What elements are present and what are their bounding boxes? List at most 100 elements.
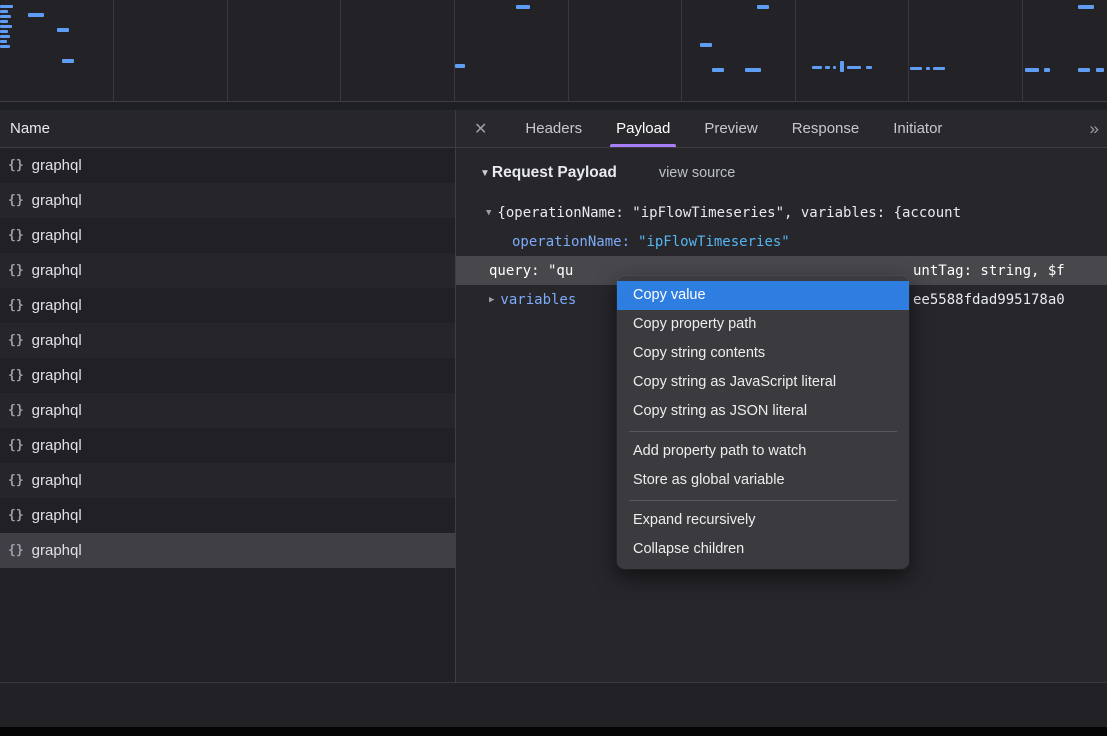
network-main-area: Name {}graphql{}graphql{}graphql{}graphq… xyxy=(0,110,1107,682)
request-timing-bar xyxy=(0,15,11,18)
request-row[interactable]: {} graphql xyxy=(0,463,455,498)
request-timing-bar xyxy=(847,66,861,69)
request-timing-bar xyxy=(866,66,872,69)
tab-initiator[interactable]: Initiator xyxy=(881,110,954,147)
request-timing-bar xyxy=(812,66,822,69)
column-header-name-label: Name xyxy=(10,120,50,137)
request-name: graphql xyxy=(32,472,82,489)
object-preview: {operationName: "ipFlowTimeseries", vari… xyxy=(497,205,961,221)
request-timing-bar xyxy=(1078,5,1094,9)
request-timing-bar xyxy=(933,67,945,70)
request-name: graphql xyxy=(32,227,82,244)
requests-list-panel: Name {}graphql{}graphql{}graphql{}graphq… xyxy=(0,110,456,682)
expand-arrow-icon[interactable]: ▼ xyxy=(486,208,491,218)
request-name: graphql xyxy=(32,262,82,279)
menu-divider xyxy=(629,500,897,501)
request-name: graphql xyxy=(32,507,82,524)
json-braces-icon: {} xyxy=(8,193,24,208)
column-header-name[interactable]: Name xyxy=(0,110,455,148)
request-timing-bar xyxy=(825,66,830,69)
section-collapse-icon[interactable]: ▼ xyxy=(480,168,490,179)
request-timing-bar xyxy=(757,5,769,9)
menu-item-copy-string-as-javascript-literal[interactable]: Copy string as JavaScript literal xyxy=(617,368,909,397)
request-timing-bar xyxy=(0,40,7,43)
json-string-value: "ipFlowTimeseries" xyxy=(638,234,790,250)
payload-line-operationname[interactable]: operationName: "ipFlowTimeseries" xyxy=(456,227,1107,256)
request-timing-bar xyxy=(1078,68,1090,72)
request-timing-bar xyxy=(0,35,10,38)
menu-item-copy-property-path[interactable]: Copy property path xyxy=(617,310,909,339)
close-icon[interactable]: ✕ xyxy=(474,119,487,139)
tab-response[interactable]: Response xyxy=(780,110,872,147)
menu-item-copy-value[interactable]: Copy value xyxy=(617,281,909,310)
collapsed-arrow-icon[interactable]: ▶ xyxy=(489,295,494,305)
request-timing-bar xyxy=(0,25,12,28)
request-timing-bar xyxy=(1096,68,1104,72)
menu-item-copy-string-contents[interactable]: Copy string contents xyxy=(617,339,909,368)
request-timing-bar xyxy=(840,61,844,72)
timeline-gridline xyxy=(227,0,228,101)
request-timing-bar xyxy=(1025,68,1039,72)
context-menu: Copy valueCopy property pathCopy string … xyxy=(617,276,909,569)
request-name: graphql xyxy=(32,332,82,349)
menu-item-collapse-children[interactable]: Collapse children xyxy=(617,535,909,564)
request-row[interactable]: {}graphql xyxy=(0,358,455,393)
tab-payload[interactable]: Payload xyxy=(604,110,682,147)
request-row[interactable]: {}graphql xyxy=(0,148,455,183)
timeline-gridline xyxy=(454,0,455,101)
json-key: variables xyxy=(500,292,576,308)
timeline-gridline xyxy=(1022,0,1023,101)
request-timing-bar xyxy=(910,67,922,70)
request-row[interactable]: {} graphql xyxy=(0,183,455,218)
more-tabs-icon[interactable]: » xyxy=(1090,119,1097,139)
request-row[interactable]: {}graphql xyxy=(0,533,455,568)
menu-item-add-property-path-to-watch[interactable]: Add property path to watch xyxy=(617,437,909,466)
menu-item-expand-recursively[interactable]: Expand recursively xyxy=(617,506,909,535)
json-braces-icon: {} xyxy=(8,473,24,488)
request-timing-bar xyxy=(516,5,530,9)
request-row[interactable]: {}graphql xyxy=(0,288,455,323)
json-braces-icon: {} xyxy=(8,298,24,313)
json-braces-icon: {} xyxy=(8,263,24,278)
request-timing-bar xyxy=(833,66,836,69)
request-name: graphql xyxy=(32,402,82,419)
request-row[interactable]: {}graphql xyxy=(0,498,455,533)
query-fragment-left: query: "qu xyxy=(489,263,573,279)
request-row[interactable]: {}graphql xyxy=(0,393,455,428)
json-braces-icon: {} xyxy=(8,333,24,348)
view-source-link[interactable]: view source xyxy=(659,165,736,181)
tab-headers[interactable]: Headers xyxy=(513,110,594,147)
timeline-gridline xyxy=(908,0,909,101)
request-timing-bar xyxy=(700,43,712,47)
request-row[interactable]: {} graphql xyxy=(0,218,455,253)
window-bottom-bar xyxy=(0,727,1107,736)
request-timing-bar xyxy=(0,10,8,13)
json-braces-icon: {} xyxy=(8,228,24,243)
request-timing-bar xyxy=(1044,68,1050,72)
request-timing-bar xyxy=(28,13,44,17)
request-timing-bar xyxy=(0,20,8,23)
timeline-gridline xyxy=(568,0,569,101)
request-rows-container: {} graphql {} graphql {} graphql {} graphql {} gr… xyxy=(0,148,455,568)
request-row[interactable]: {} graphql xyxy=(0,323,455,358)
timeline-gridline xyxy=(340,0,341,101)
json-braces-icon: {} xyxy=(8,543,24,558)
request-row[interactable]: {} graphql xyxy=(0,253,455,288)
tab-preview[interactable]: Preview xyxy=(692,110,769,147)
request-timing-bar xyxy=(0,5,13,8)
variables-fragment-right: ee5588fdad995178a0 xyxy=(913,292,1065,308)
menu-divider xyxy=(629,431,897,432)
context-menu-items: Copy valueCopy property pathCopy string … xyxy=(617,281,909,564)
timeline-gridline xyxy=(681,0,682,101)
section-title: Request Payload xyxy=(492,164,617,182)
request-timing-bar xyxy=(0,30,8,33)
details-tab-bar: ✕ Headers Payload Preview ResponseInitiator… xyxy=(456,110,1107,148)
json-braces-icon: {} xyxy=(8,438,24,453)
network-overview-timeline[interactable] xyxy=(0,0,1107,102)
request-name: graphql xyxy=(32,192,82,209)
request-row[interactable]: {}graphql xyxy=(0,428,455,463)
menu-item-copy-string-as-json-literal[interactable]: Copy string as JSON literal xyxy=(617,397,909,426)
menu-item-store-as-global-variable[interactable]: Store as global variable xyxy=(617,466,909,495)
payload-root-line[interactable]: ▼ {operationName: "ipFlowTimeseries", va… xyxy=(456,198,1107,227)
request-name: graphql xyxy=(32,157,82,174)
